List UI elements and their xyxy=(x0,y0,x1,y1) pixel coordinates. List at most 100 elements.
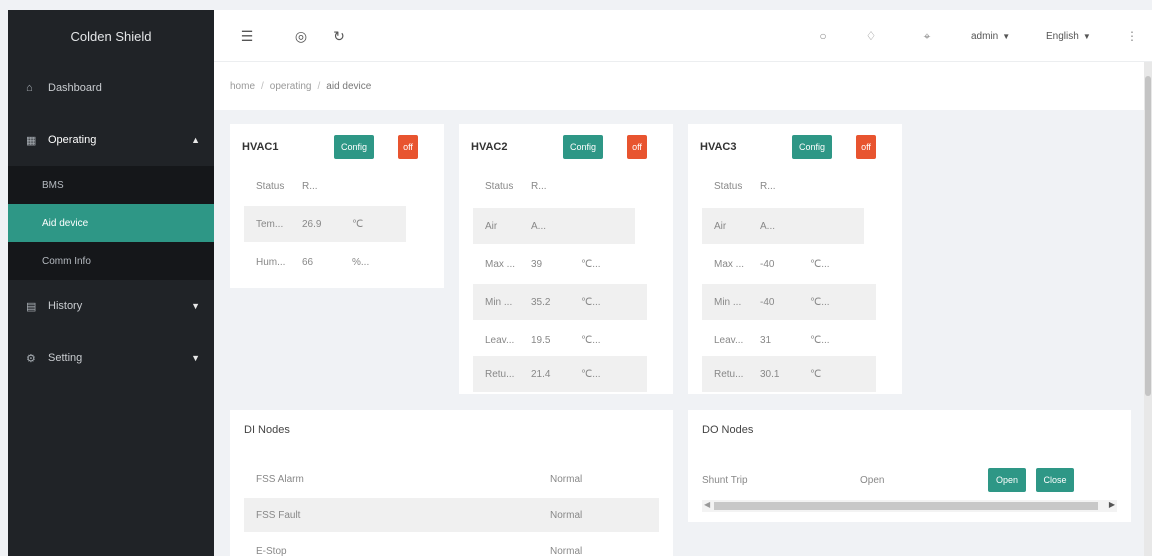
hvac1-card: HVAC1 Config off Status R... Tem... 26.9 ℃ … xyxy=(230,124,444,288)
fullscreen-icon[interactable]: ⌖ xyxy=(918,10,936,62)
hvac1-row: Hum... 66%... xyxy=(244,244,418,280)
hvac2-off-button[interactable]: off xyxy=(627,135,647,159)
row-value: 66 xyxy=(302,256,314,268)
hvac3-config-button[interactable]: Config xyxy=(792,135,832,159)
caret-down-icon: ▼ xyxy=(191,353,200,363)
language-menu[interactable]: English ▼ xyxy=(1046,10,1091,62)
hvac2-row: Max ... 39 ℃... xyxy=(473,246,647,282)
node-status: Open xyxy=(860,474,885,486)
di-nodes-card: DI Nodes FSS Alarm Normal FSS Fault Norm… xyxy=(230,410,673,556)
brand-title: Colden Shield xyxy=(70,28,152,44)
row-value: -40 xyxy=(760,296,775,308)
sidebar-item-label: History xyxy=(48,300,83,312)
row-key: Retu... xyxy=(714,368,744,380)
row-unit: ℃... xyxy=(581,258,601,270)
globe-icon[interactable]: ◎ xyxy=(292,10,310,62)
refresh-icon[interactable]: ↻ xyxy=(330,10,348,62)
hvac2-row: Air A... xyxy=(473,208,635,244)
breadcrumb-operating[interactable]: operating xyxy=(270,81,312,92)
hvac3-card: HVAC3 Config off Status R... Air A... Max … xyxy=(688,124,902,394)
di-nodes-title: DI Nodes xyxy=(244,424,290,436)
hvac3-row: Retu... 30.1 ℃ xyxy=(702,356,876,392)
sidebar-item-aid-device[interactable]: Aid device xyxy=(8,204,214,242)
hvac3-row: Max ... -40 ℃... xyxy=(702,246,876,282)
hvac2-row: Min ... 35.2 ℃... xyxy=(473,284,647,320)
row-key: Air xyxy=(485,220,498,232)
do-nodes-card: DO Nodes Shunt Trip Open Open Close ◀ ▶ xyxy=(688,410,1131,522)
tag-icon[interactable]: ♢ xyxy=(862,10,880,62)
row-key: Status xyxy=(714,180,743,192)
row-value: -40 xyxy=(760,258,775,270)
row-unit: ℃... xyxy=(810,296,830,308)
hvac2-row: Status R... xyxy=(473,168,647,204)
row-key: Leav... xyxy=(485,334,515,346)
scroll-right-icon[interactable]: ▶ xyxy=(1109,500,1115,509)
sidebar-item-bms[interactable]: BMS xyxy=(8,166,214,204)
node-name: E-Stop xyxy=(256,545,287,556)
user-menu[interactable]: admin ▼ xyxy=(971,10,1010,62)
do-node-row: Shunt Trip Open Open Close xyxy=(702,462,1117,498)
more-icon[interactable]: ⋮ xyxy=(1126,10,1138,62)
open-button[interactable]: Open xyxy=(988,468,1026,492)
row-unit: ℃... xyxy=(810,334,830,346)
sidebar-item-label: Setting xyxy=(48,352,83,364)
row-value: 35.2 xyxy=(531,296,551,308)
setting-icon: ⚙ xyxy=(26,352,36,365)
hvac1-config-button[interactable]: Config xyxy=(334,135,374,159)
row-unit: ℃... xyxy=(581,296,601,308)
caret-down-icon: ▼ xyxy=(1002,31,1011,41)
scrollbar-thumb[interactable] xyxy=(714,502,1098,510)
breadcrumb-home[interactable]: home xyxy=(230,81,255,92)
row-unit: ℃ xyxy=(352,218,364,230)
do-nodes-title: DO Nodes xyxy=(702,424,754,436)
sidebar-item-comm-info[interactable]: Comm Info xyxy=(8,242,214,280)
node-status: Normal xyxy=(550,509,583,521)
row-key: Leav... xyxy=(714,334,744,346)
hvac1-off-button[interactable]: off xyxy=(398,135,418,159)
sidebar-item-dashboard[interactable]: ⌂ Dashboard xyxy=(8,62,214,114)
caret-up-icon: ▲ xyxy=(191,135,200,145)
row-value: A... xyxy=(760,220,776,232)
sidebar-item-label: Operating xyxy=(48,134,97,146)
scroll-left-icon[interactable]: ◀ xyxy=(704,500,710,509)
close-button[interactable]: Close xyxy=(1036,468,1074,492)
topbar: ☰ ◎ ↻ ○ ♢ ⌖ admin ▼ English ▼ ⋮ xyxy=(214,10,1152,62)
row-key: Air xyxy=(714,220,727,232)
page-scrollbar[interactable] xyxy=(1144,62,1152,556)
scrollbar-thumb[interactable] xyxy=(1145,76,1151,396)
row-value: 31 xyxy=(760,334,772,346)
node-name: Shunt Trip xyxy=(702,474,748,486)
row-key: Status xyxy=(485,180,514,192)
horizontal-scrollbar[interactable]: ◀ ▶ xyxy=(702,500,1117,512)
sidebar-item-history[interactable]: ▤ History ▼ xyxy=(8,280,214,332)
language-label: English xyxy=(1046,30,1079,42)
hvac2-title: HVAC2 xyxy=(471,141,508,153)
row-value: R... xyxy=(760,180,776,192)
sidebar-item-operating[interactable]: ▦ Operating ▲ xyxy=(8,114,214,166)
user-name: admin xyxy=(971,30,999,42)
row-value: 26.9 xyxy=(302,218,322,230)
hvac1-row: Status R... xyxy=(244,168,418,204)
caret-down-icon: ▼ xyxy=(191,301,200,311)
hvac2-row: Leav... 19.5 ℃... xyxy=(473,322,647,358)
di-node-row: E-Stop Normal xyxy=(244,534,659,556)
operating-icon: ▦ xyxy=(26,134,37,147)
row-key: Hum... xyxy=(256,256,286,268)
home-icon: ⌂ xyxy=(26,82,33,94)
hvac2-row: Retu... 21.4 ℃... xyxy=(473,356,647,392)
caret-down-icon: ▼ xyxy=(1082,31,1091,41)
hvac1-row: Tem... 26.9 ℃ xyxy=(244,206,406,242)
hvac2-config-button[interactable]: Config xyxy=(563,135,603,159)
hvac3-row: Leav... 31 ℃... xyxy=(702,322,876,358)
row-value: 21.4 xyxy=(531,368,551,380)
row-value: 30.1 xyxy=(760,368,780,380)
chat-icon[interactable]: ○ xyxy=(814,10,832,62)
hvac3-off-button[interactable]: off xyxy=(856,135,876,159)
row-value: R... xyxy=(302,180,318,192)
row-unit: ℃ xyxy=(810,368,822,380)
sidebar-item-setting[interactable]: ⚙ Setting ▼ xyxy=(8,332,214,384)
hvac3-row: Air A... xyxy=(702,208,864,244)
hvac2-header: HVAC2 Config off xyxy=(471,132,661,162)
menu-fold-icon[interactable]: ☰ xyxy=(238,10,256,62)
row-value: 39 xyxy=(531,258,543,270)
